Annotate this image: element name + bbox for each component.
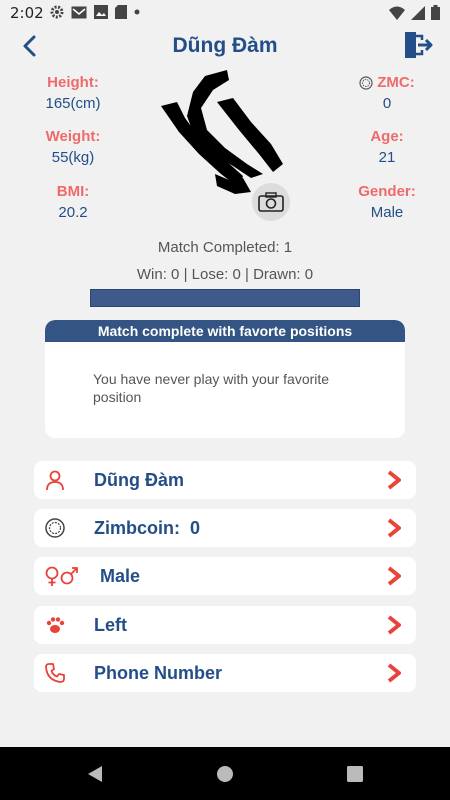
favorite-positions-card: Match complete with favorte positions Yo… xyxy=(45,320,405,438)
menu-item-foot[interactable]: Left xyxy=(34,606,416,644)
wifi-icon xyxy=(389,6,405,20)
age-value: 21 xyxy=(378,149,396,166)
stat-bmi: BMI: 20.2 xyxy=(13,183,133,221)
person-icon xyxy=(46,470,64,491)
favorite-card-header: Match complete with favorte positions xyxy=(45,320,405,342)
coin-icon xyxy=(45,518,65,538)
nav-recents-icon[interactable] xyxy=(345,764,365,784)
menu-item-gender[interactable]: Male xyxy=(34,557,416,595)
stat-gender: Gender: Male xyxy=(327,183,447,221)
status-time: 2:02 xyxy=(10,4,44,22)
height-value: 165(cm) xyxy=(45,95,101,112)
header: Dũng Đàm xyxy=(0,26,450,68)
status-bar: 2:02 xyxy=(0,0,450,26)
favorite-card-message: You have never play with your favorite p… xyxy=(93,371,330,405)
bmi-label: BMI: xyxy=(56,183,90,200)
signal-icon xyxy=(411,5,425,20)
coin-icon xyxy=(359,75,373,90)
height-label: Height: xyxy=(47,74,99,91)
gender-icon xyxy=(45,566,78,586)
phone-icon xyxy=(45,663,65,683)
stat-height: Height: 165(cm) xyxy=(13,74,133,112)
page-title: Dũng Đàm xyxy=(172,34,278,57)
gender-value: Male xyxy=(370,204,404,221)
dot-icon xyxy=(134,9,140,15)
settings-icon xyxy=(50,5,64,19)
menu-item-zimbcoin[interactable]: Zimbcoin: 0 xyxy=(34,509,416,547)
zmc-value: 0 xyxy=(382,95,392,112)
chevron-right-icon xyxy=(387,470,401,490)
mail-icon xyxy=(71,6,87,18)
camera-icon xyxy=(258,192,284,212)
logout-button[interactable] xyxy=(402,30,434,60)
image-icon xyxy=(94,5,108,19)
match-completed: Match Completed: 1 xyxy=(157,239,293,256)
menu-item-name[interactable]: Dũng Đàm xyxy=(34,461,416,499)
menu-label-name: Dũng Đàm xyxy=(94,470,184,490)
avatar[interactable] xyxy=(155,68,295,198)
chevron-right-icon xyxy=(387,663,401,683)
menu-label-phone: Phone Number xyxy=(94,663,223,683)
gender-label: Gender: xyxy=(358,183,416,200)
chevron-right-icon xyxy=(387,615,401,635)
navigation-bar xyxy=(0,747,450,800)
menu-label-foot: Left xyxy=(94,615,127,635)
menu-item-phone[interactable]: Phone Number xyxy=(34,654,416,692)
chevron-right-icon xyxy=(387,566,401,586)
nav-home-icon[interactable] xyxy=(215,764,235,784)
chevron-right-icon xyxy=(387,518,401,538)
camera-button[interactable] xyxy=(252,183,290,221)
match-record: Win: 0 | Lose: 0 | Drawn: 0 xyxy=(136,266,314,283)
menu-label-zimbcoin: Zimbcoin: 0 xyxy=(94,518,201,538)
stat-zmc: ZMC: 0 xyxy=(327,74,447,112)
nav-back-icon[interactable] xyxy=(85,764,105,784)
stat-weight: Weight: 55(kg) xyxy=(13,128,133,166)
paw-icon xyxy=(46,617,65,633)
battery-icon xyxy=(431,5,440,20)
stat-age: Age: 21 xyxy=(327,128,447,166)
menu-label-gender: Male xyxy=(100,566,141,586)
weight-label: Weight: xyxy=(45,128,101,145)
progress-bar xyxy=(90,289,360,307)
bmi-value: 20.2 xyxy=(58,204,88,221)
weight-value: 55(kg) xyxy=(51,149,95,166)
age-label: Age: xyxy=(370,128,404,145)
sdcard-icon xyxy=(115,5,127,19)
zmc-label: ZMC: xyxy=(377,74,415,91)
